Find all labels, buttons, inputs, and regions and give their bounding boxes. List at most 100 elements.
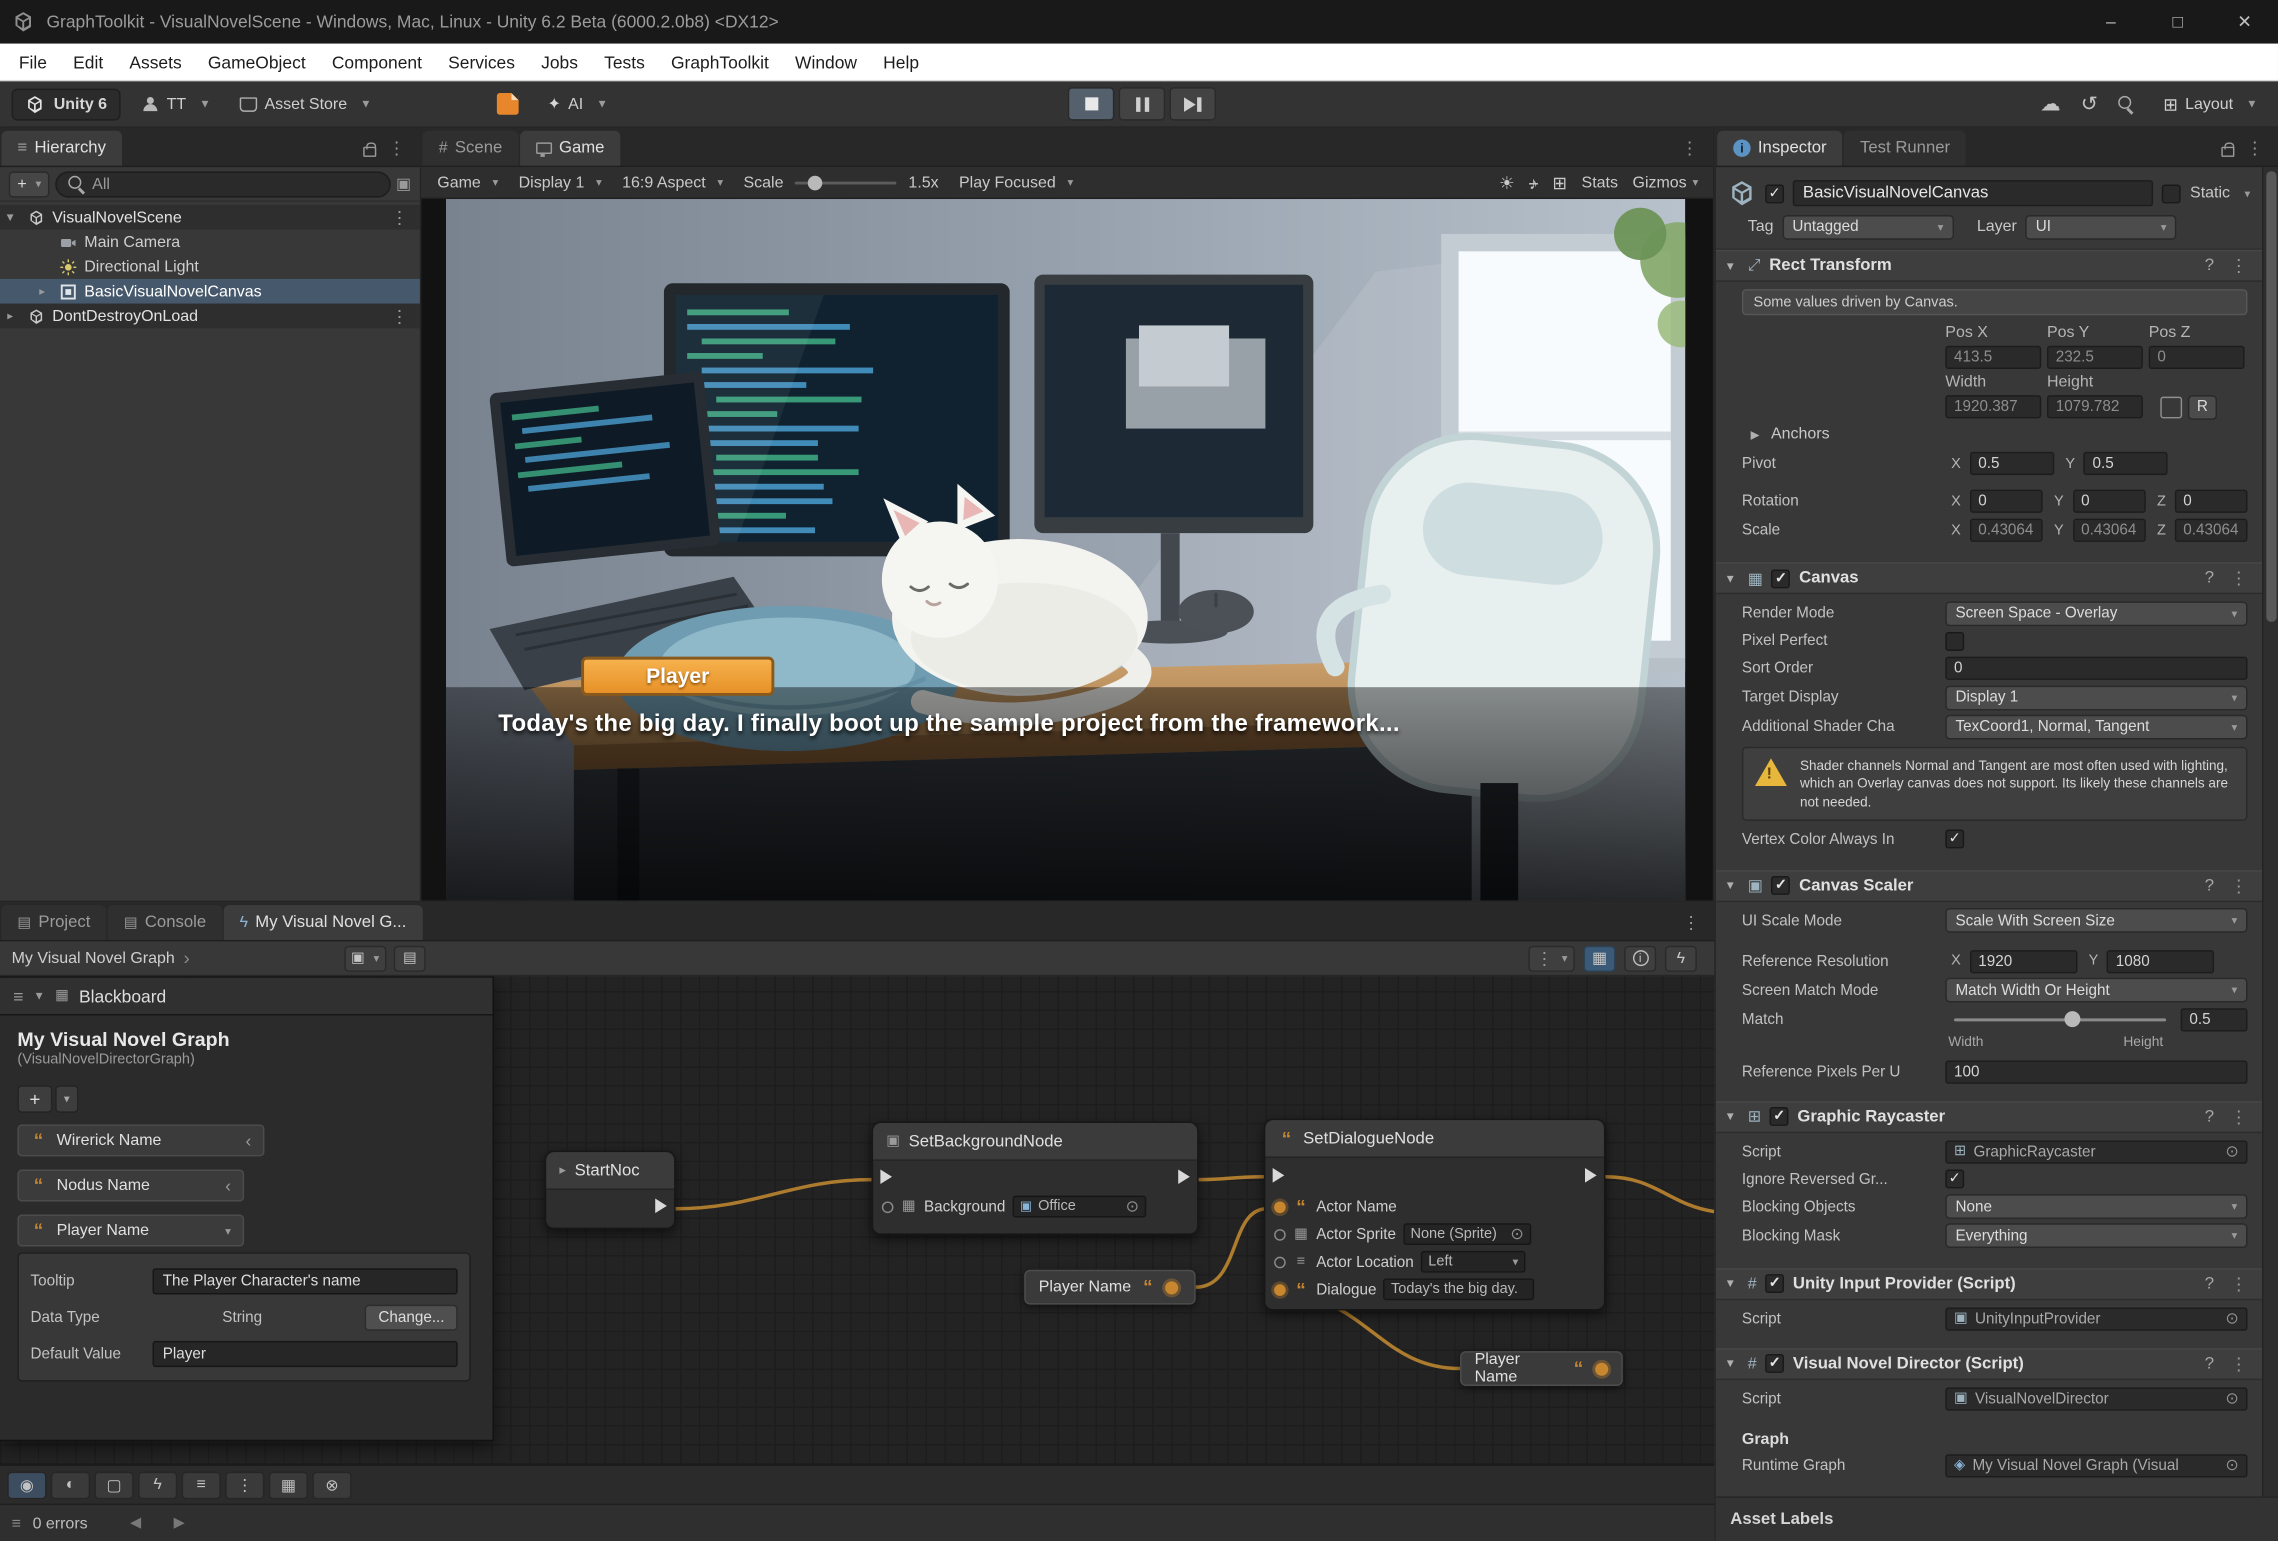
variable-node-player-name-1[interactable]: Player Name “ <box>1024 1270 1195 1305</box>
pixel-perfect-checkbox[interactable] <box>1945 631 1964 650</box>
error-count[interactable]: 0 errors <box>33 1515 88 1532</box>
ref-resolution-y-field[interactable]: 1080 <box>2107 950 2215 973</box>
collapse-chevron-icon[interactable]: ‹ <box>246 1130 252 1150</box>
actor-name-port[interactable] <box>1274 1201 1286 1213</box>
object-picker-icon[interactable]: ⊙ <box>2225 1142 2238 1161</box>
mute-audio-icon[interactable]: ♪ <box>1529 172 1538 192</box>
game-render-area[interactable]: Player Today's the big day. I finally bo… <box>446 199 1685 901</box>
hierarchy-menu-icon[interactable]: ⋮ <box>382 138 411 158</box>
tab-graph[interactable]: ϟ My Visual Novel G... <box>224 905 423 940</box>
ignore-reversed-checkbox[interactable]: ✓ <box>1945 1170 1964 1189</box>
component-menu-icon[interactable]: ⋮ <box>2224 876 2253 896</box>
tab-hierarchy[interactable]: ≡ Hierarchy <box>1 131 121 166</box>
dialogue-port[interactable] <box>1274 1284 1286 1296</box>
vsync-grid-icon[interactable]: ⊞ <box>1552 172 1567 192</box>
object-picker-icon[interactable]: ⊙ <box>1510 1225 1523 1244</box>
background-object-field[interactable]: ▣ Office ⊙ <box>1013 1196 1147 1218</box>
help-icon[interactable]: ? <box>2205 1108 2214 1125</box>
picker-icon[interactable]: ▣ <box>396 174 411 193</box>
tab-console[interactable]: ▤ Console <box>108 905 222 940</box>
inspector-scrollbar[interactable] <box>2262 167 2278 1496</box>
menu-edit[interactable]: Edit <box>60 52 116 72</box>
scale-slider-knob[interactable] <box>808 175 823 190</box>
blocking-mask-dropdown[interactable]: Everything▾ <box>1945 1224 2247 1249</box>
flow-out-port[interactable] <box>1585 1168 1597 1183</box>
screen-match-mode-dropdown[interactable]: Match Width Or Height▾ <box>1945 978 2247 1003</box>
match-value-field[interactable]: 0.5 <box>2181 1008 2248 1031</box>
object-picker-icon[interactable]: ⊙ <box>2225 1389 2238 1408</box>
scale-slider[interactable] <box>795 181 897 184</box>
inspector-lock-icon[interactable] <box>2221 146 2234 156</box>
blocking-objects-dropdown[interactable]: None▾ <box>1945 1195 2247 1220</box>
layout-dropdown[interactable]: ⊞ Layout▼ <box>2154 88 2266 120</box>
asset-labels-bar[interactable]: Asset Labels <box>1716 1496 2278 1541</box>
layer-dropdown[interactable]: UI▾ <box>2026 214 2177 239</box>
minimap-toggle-button[interactable]: ◉ <box>7 1471 46 1499</box>
script-object-field[interactable]: ▣ UnityInputProvider ⊙ <box>1945 1307 2247 1330</box>
tab-game[interactable]: Game <box>520 131 621 166</box>
tab-test-runner[interactable]: Test Runner <box>1844 131 1966 166</box>
add-variable-caret[interactable]: ▾ <box>55 1085 78 1113</box>
help-icon[interactable]: ? <box>2205 1275 2214 1292</box>
flow-out-port[interactable] <box>655 1199 667 1214</box>
component-enabled-checkbox[interactable]: ✓ <box>1765 1354 1784 1373</box>
pause-button[interactable] <box>1119 87 1165 120</box>
pos-y-field[interactable]: 232.5 <box>2047 346 2143 369</box>
search-icon[interactable] <box>2118 96 2134 112</box>
graph-processor-button[interactable]: ϟ <box>1665 945 1697 971</box>
menu-gameobject[interactable]: GameObject <box>195 52 319 72</box>
variable-node-player-name-2[interactable]: Player Name “ <box>1460 1351 1623 1386</box>
vertex-color-checkbox[interactable]: ✓ <box>1945 830 1964 849</box>
component-menu-icon[interactable]: ⋮ <box>2224 1274 2253 1294</box>
canvas-scaler-header[interactable]: ▼▣ ✓ Canvas Scaler ?⋮ <box>1716 870 2262 902</box>
variable-output-port[interactable] <box>1165 1281 1178 1294</box>
hierarchy-item-basicvisualnovelcanvas[interactable]: ▸ BasicVisualNovelCanvas <box>0 279 420 304</box>
open-folder-button[interactable]: ▤ <box>394 945 426 971</box>
save-graph-button[interactable]: ▣▾ <box>344 945 387 971</box>
asset-store-dropdown[interactable]: Asset Store▼ <box>231 88 380 120</box>
flow-in-port[interactable] <box>880 1170 892 1185</box>
inspector-menu-icon[interactable]: ⋮ <box>2240 138 2269 158</box>
component-enabled-checkbox[interactable]: ✓ <box>1765 1275 1784 1294</box>
expand-chevron-icon[interactable]: ▾ <box>225 1224 231 1237</box>
help-icon[interactable]: ? <box>2205 1355 2214 1372</box>
width-field[interactable]: 1920.387 <box>1945 395 2041 418</box>
actor-location-port[interactable] <box>1274 1256 1286 1268</box>
minimize-button[interactable]: – <box>2078 0 2145 44</box>
scale-x-field[interactable]: 0.43064 <box>1970 519 2043 542</box>
graph-canvas[interactable]: ▸StartNoc ▣SetBackgroundNode ▦ Backgroun… <box>0 976 1714 1464</box>
anchors-foldout[interactable]: Anchors <box>1771 426 1830 443</box>
account-dropdown[interactable]: TT▼ <box>132 88 220 120</box>
help-icon[interactable]: ? <box>2205 257 2214 274</box>
tab-scene[interactable]: # Scene <box>423 131 518 166</box>
background-port[interactable] <box>882 1201 894 1213</box>
component-enabled-checkbox[interactable]: ✓ <box>1772 876 1791 895</box>
tab-inspector[interactable]: i Inspector <box>1717 131 1842 166</box>
ui-scale-mode-dropdown[interactable]: Scale With Screen Size▾ <box>1945 908 2247 933</box>
settings-button[interactable]: ⊗ <box>312 1471 351 1499</box>
menu-jobs[interactable]: Jobs <box>528 52 591 72</box>
graph-options-button[interactable]: ⋮▾ <box>1528 945 1575 971</box>
more-button[interactable]: ⋮ <box>225 1471 264 1499</box>
rect-transform-header[interactable]: ▼⤢ Rect Transform ?⋮ <box>1716 250 2262 282</box>
grid-toggle-button[interactable]: ▦ <box>269 1471 308 1499</box>
nav-forward-button[interactable]: ▶ <box>163 1510 195 1536</box>
shader-channels-dropdown[interactable]: TexCoord1, Normal, Tangent▾ <box>1945 714 2247 739</box>
collapse-chevron-icon[interactable]: ‹ <box>225 1175 231 1195</box>
process-button[interactable]: ϟ <box>138 1471 177 1499</box>
scrollbar-thumb[interactable] <box>2266 171 2276 621</box>
pivot-x-field[interactable]: 0.5 <box>1970 452 2054 475</box>
menu-component[interactable]: Component <box>319 52 435 72</box>
close-button[interactable]: ✕ <box>2211 0 2278 44</box>
rotation-x-field[interactable]: 0 <box>1970 490 2043 513</box>
align-button[interactable]: ≡ <box>182 1471 221 1499</box>
maximize-button[interactable]: □ <box>2144 0 2211 44</box>
graph-inspector-button[interactable]: i <box>1624 945 1656 971</box>
height-field[interactable]: 1079.782 <box>2047 395 2143 418</box>
flow-in-port[interactable] <box>1273 1168 1285 1183</box>
graph-panel-menu-icon[interactable]: ⋮ <box>1677 912 1706 932</box>
aspect-dropdown[interactable]: 16:9 Aspect▾ <box>612 169 733 195</box>
node-start[interactable]: ▸StartNoc <box>545 1151 676 1229</box>
game-view-menu-icon[interactable]: ⋮ <box>1675 138 1704 158</box>
graphic-raycaster-header[interactable]: ▼⊞ ✓ Graphic Raycaster ?⋮ <box>1716 1101 2262 1133</box>
